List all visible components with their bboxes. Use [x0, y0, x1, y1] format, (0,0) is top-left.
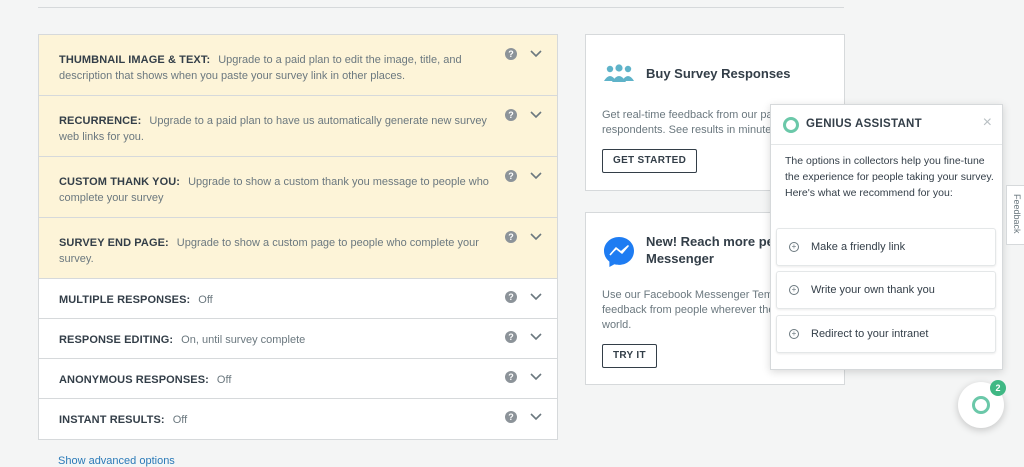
help-icon[interactable]: ? [505, 331, 517, 343]
notification-badge: 2 [990, 380, 1006, 396]
help-icon[interactable]: ? [505, 170, 517, 182]
genius-message: The options in collectors help you fine-… [785, 155, 994, 199]
option-row-anonymous-responses[interactable]: ANONYMOUS RESPONSES: Off ? [39, 359, 557, 399]
plus-circle-icon: + [789, 329, 799, 339]
chevron-down-icon[interactable] [529, 332, 543, 342]
recommendation-write-thank-you[interactable]: + Write your own thank you [776, 271, 996, 309]
option-row-custom-thank-you[interactable]: CUSTOM THANK YOU: Upgrade to show a custo… [39, 157, 557, 218]
option-value: Off [172, 414, 188, 426]
genius-assistant-panel: GENIUS ASSISTANT × The options in collec… [770, 104, 1003, 370]
option-label: MULTIPLE RESPONSES: [59, 294, 191, 306]
chevron-down-icon[interactable] [529, 110, 543, 120]
option-text: SURVEY END PAGE: Upgrade to show a custom… [59, 235, 497, 267]
option-value: Off [198, 294, 213, 306]
feedback-tab[interactable]: Feedback [1006, 185, 1024, 245]
recommendation-label: Write your own thank you [811, 284, 935, 296]
option-text: MULTIPLE RESPONSES: Off [59, 292, 497, 308]
try-it-button[interactable]: TRY IT [602, 344, 657, 368]
messenger-icon [604, 237, 634, 267]
help-icon[interactable]: ? [505, 411, 517, 423]
people-icon [604, 64, 634, 82]
panel-title: GENIUS ASSISTANT [806, 118, 922, 130]
option-label: SURVEY END PAGE: [59, 237, 169, 249]
recommendation-make-friendly-link[interactable]: + Make a friendly link [776, 228, 996, 266]
close-icon[interactable]: × [983, 115, 992, 131]
feedback-label: Feedback [1012, 194, 1022, 234]
option-label: RESPONSE EDITING: [59, 334, 174, 346]
option-text: INSTANT RESULTS: Off [59, 412, 497, 428]
option-text: ANONYMOUS RESPONSES: Off [59, 372, 497, 388]
option-row-multiple-responses[interactable]: MULTIPLE RESPONSES: Off ? [39, 279, 557, 319]
help-icon[interactable]: ? [505, 291, 517, 303]
plus-circle-icon: + [789, 285, 799, 295]
panel-header: GENIUS ASSISTANT × [771, 105, 1002, 145]
option-row-thumbnail[interactable]: THUMBNAIL IMAGE & TEXT: Upgrade to a paid… [39, 35, 557, 96]
option-label: ANONYMOUS RESPONSES: [59, 374, 209, 386]
recommendation-redirect-intranet[interactable]: + Redirect to your intranet [776, 315, 996, 353]
show-advanced-options-link[interactable]: Show advanced options [58, 455, 175, 467]
option-row-instant-results[interactable]: INSTANT RESULTS: Off ? [39, 399, 557, 439]
genius-logo-icon [972, 396, 990, 414]
option-label: THUMBNAIL IMAGE & TEXT: [59, 54, 211, 66]
option-text: CUSTOM THANK YOU: Upgrade to show a custo… [59, 174, 497, 206]
option-text: RESPONSE EDITING: On, until survey comple… [59, 332, 497, 348]
option-label: RECURRENCE: [59, 115, 142, 127]
chevron-down-icon[interactable] [529, 232, 543, 242]
chevron-down-icon[interactable] [529, 49, 543, 59]
option-row-recurrence[interactable]: RECURRENCE: Upgrade to a paid plan to hav… [39, 96, 557, 157]
option-row-survey-end-page[interactable]: SURVEY END PAGE: Upgrade to show a custom… [39, 218, 557, 279]
card-title-line: Messenger [646, 251, 714, 266]
help-icon[interactable]: ? [505, 109, 517, 121]
help-icon[interactable]: ? [505, 371, 517, 383]
option-value: Off [216, 374, 232, 386]
get-started-button[interactable]: GET STARTED [602, 149, 698, 173]
recommendation-label: Make a friendly link [811, 241, 906, 253]
option-row-response-editing[interactable]: RESPONSE EDITING: On, until survey comple… [39, 319, 557, 359]
chevron-down-icon[interactable] [529, 412, 543, 422]
chevron-down-icon[interactable] [529, 292, 543, 302]
option-text: THUMBNAIL IMAGE & TEXT: Upgrade to a paid… [59, 52, 497, 84]
page: THUMBNAIL IMAGE & TEXT: Upgrade to a paid… [0, 0, 1024, 467]
option-label: INSTANT RESULTS: [59, 414, 165, 426]
recommendation-label: Redirect to your intranet [811, 328, 929, 340]
option-text: RECURRENCE: Upgrade to a paid plan to hav… [59, 113, 497, 145]
help-icon[interactable]: ? [505, 48, 517, 60]
card-title: Buy Survey Responses [646, 66, 791, 81]
option-value: On, until survey complete [181, 334, 306, 346]
collector-options-list: THUMBNAIL IMAGE & TEXT: Upgrade to a paid… [38, 34, 558, 440]
option-label: CUSTOM THANK YOU: [59, 176, 181, 188]
chevron-down-icon[interactable] [529, 372, 543, 382]
plus-circle-icon: + [789, 242, 799, 252]
chevron-down-icon[interactable] [529, 171, 543, 181]
divider [38, 7, 844, 8]
genius-floating-button[interactable]: 2 [958, 380, 1006, 428]
genius-logo-icon [783, 117, 799, 133]
help-icon[interactable]: ? [505, 231, 517, 243]
